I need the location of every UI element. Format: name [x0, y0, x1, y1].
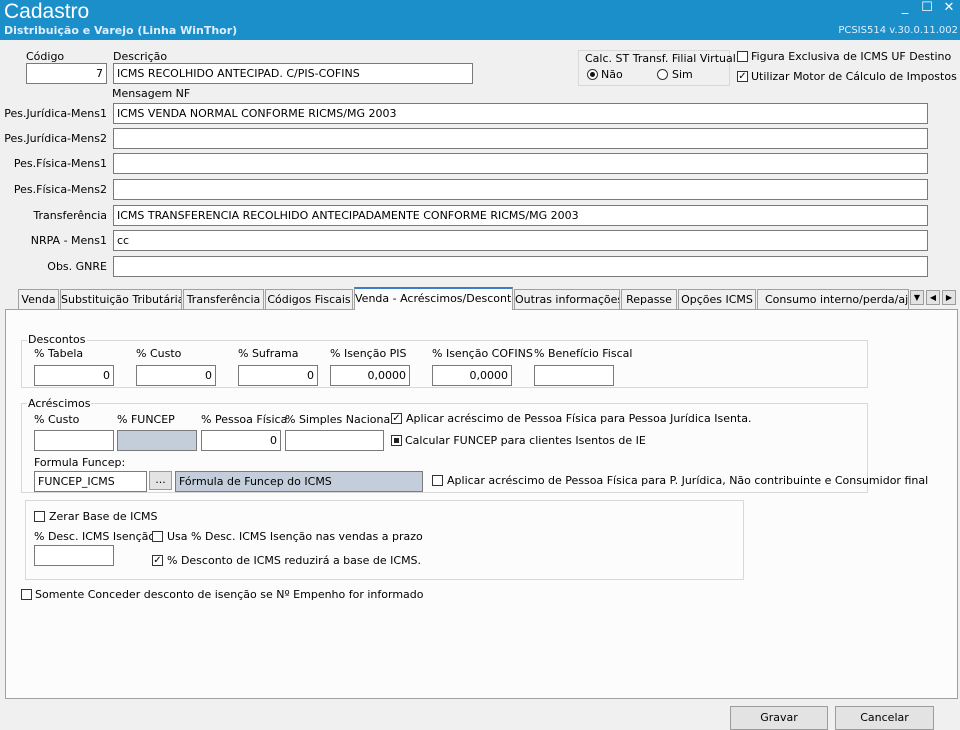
obs-gnre-label: Obs. GNRE	[47, 260, 107, 273]
pj-mens1-input[interactable]: ICMS VENDA NORMAL CONFORME RICMS/MG 2003	[113, 103, 928, 124]
close-button[interactable]: ✕	[940, 1, 958, 17]
desc-beneficio-fiscal-input[interactable]	[534, 365, 614, 386]
tab-consumo-interno[interactable]: Consumo interno/perda/ajuste	[757, 289, 909, 309]
codigo-label: Código	[26, 50, 65, 63]
acr-custo-input[interactable]	[34, 430, 114, 451]
desc-custo-label: % Custo	[136, 347, 182, 360]
usa-desc-prazo-checkbox[interactable]	[152, 531, 163, 542]
tab-substituicao-tributaria[interactable]: Substituição Tributária	[60, 289, 182, 309]
obs-gnre-input[interactable]	[113, 256, 928, 277]
desc-isencao-pis-label: % Isenção PIS	[330, 347, 407, 360]
zerar-base-checkbox[interactable]	[34, 511, 45, 522]
desc-tabela-input[interactable]: 0	[34, 365, 114, 386]
desc-beneficio-fiscal-label: % Benefício Fiscal	[534, 347, 633, 360]
somente-conceder-checkbox[interactable]	[21, 589, 32, 600]
aplicar-pf-pj-nc-label[interactable]: Aplicar acréscimo de Pessoa Física para …	[447, 474, 928, 487]
pj-mens2-input[interactable]	[113, 128, 928, 149]
version-label: PCSIS514 v.30.0.11.002	[838, 25, 958, 36]
somente-conceder-label[interactable]: Somente Conceder desconto de isenção se …	[35, 588, 424, 601]
tab-repasse[interactable]: Repasse	[621, 289, 677, 309]
desc-tabela-label: % Tabela	[34, 347, 84, 360]
calc-st-sim-label[interactable]: Sim	[672, 68, 693, 81]
transferencia-input[interactable]: ICMS TRANSFERENCIA RECOLHIDO ANTECIPADAM…	[113, 205, 928, 226]
pj-mens2-label: Pes.Jurídica-Mens2	[4, 132, 107, 145]
figura-exclusiva-checkbox[interactable]	[737, 51, 748, 62]
usa-desc-prazo-label[interactable]: Usa % Desc. ICMS Isenção nas vendas a pr…	[167, 530, 423, 543]
nrpa-mens1-input[interactable]: cc	[113, 230, 928, 251]
descontos-title: Descontos	[27, 333, 87, 346]
acr-simples-nacional-label: % Simples Nacional	[285, 413, 394, 426]
acr-custo-label: % Custo	[34, 413, 80, 426]
tab-venda-acrescimos-descontos[interactable]: Venda - Acréscimos/Descontos	[354, 287, 513, 310]
calc-st-nao-label[interactable]: Não	[601, 68, 623, 81]
utilizar-motor-label[interactable]: Utilizar Motor de Cálculo de Impostos	[751, 70, 957, 83]
acr-pessoa-fisica-input[interactable]: 0	[201, 430, 281, 451]
tab-venda[interactable]: Venda	[18, 289, 59, 309]
desc-custo-input[interactable]: 0	[136, 365, 216, 386]
window-subtitle: Distribuição e Varejo (Linha WinThor)	[4, 24, 238, 37]
tab-list-dropdown-icon[interactable]: ▼	[910, 290, 924, 305]
zerar-base-label[interactable]: Zerar Base de ICMS	[49, 510, 158, 523]
minimize-button[interactable]: _	[896, 1, 914, 17]
pf-mens1-label: Pes.Física-Mens1	[13, 157, 107, 170]
indeterminate-mark-icon	[394, 438, 399, 443]
pj-mens1-label: Pes.Jurídica-Mens1	[4, 107, 107, 120]
pf-mens2-label: Pes.Física-Mens2	[13, 183, 107, 196]
aplicar-pf-pj-nc-checkbox[interactable]	[432, 475, 443, 486]
acrescimos-title: Acréscimos	[27, 397, 92, 410]
desc-icms-isencao-input[interactable]	[34, 545, 114, 566]
acr-simples-nacional-input[interactable]	[285, 430, 384, 451]
desc-suframa-label: % Suframa	[238, 347, 299, 360]
formula-funcep-label: Formula Funcep:	[34, 456, 126, 469]
calc-st-nao-radio[interactable]	[587, 69, 598, 80]
gravar-button[interactable]: Gravar	[730, 706, 828, 730]
window-title: Cadastro	[4, 0, 90, 23]
descricao-label: Descrição	[113, 50, 168, 63]
aplicar-pf-pj-isenta-checkbox[interactable]: ✓	[391, 413, 402, 424]
tab-codigos-fiscais[interactable]: Códigos Fiscais	[265, 289, 353, 309]
calc-st-group: Calc. ST Transf. Filial Virtual Não Sim	[578, 50, 736, 86]
calc-st-sim-radio[interactable]	[657, 69, 668, 80]
desc-suframa-input[interactable]: 0	[238, 365, 318, 386]
transferencia-label: Transferência	[33, 209, 107, 222]
calcular-funcep-checkbox[interactable]	[391, 435, 402, 446]
desc-isencao-pis-input[interactable]: 0,0000	[330, 365, 410, 386]
formula-lookup-button[interactable]: ...	[149, 471, 172, 490]
reduzira-base-checkbox[interactable]: ✓	[152, 555, 163, 566]
utilizar-motor-checkbox[interactable]: ✓	[737, 71, 748, 82]
maximize-button[interactable]: ☐	[918, 1, 936, 17]
acr-funcep-input	[117, 430, 197, 451]
pf-mens1-input[interactable]	[113, 153, 928, 174]
pf-mens2-input[interactable]	[113, 179, 928, 200]
acr-pessoa-fisica-label: % Pessoa Física	[201, 413, 288, 426]
formula-funcep-input[interactable]: FUNCEP_ICMS	[34, 471, 147, 492]
codigo-input[interactable]: 7	[26, 63, 107, 84]
tab-outras-informacoes[interactable]: Outras informações	[514, 289, 620, 309]
formula-description-field: Fórmula de Funcep do ICMS	[175, 471, 423, 492]
acr-funcep-label: % FUNCEP	[117, 413, 175, 426]
descricao-input[interactable]: ICMS RECOLHIDO ANTECIPAD. C/PIS-COFINS	[113, 63, 473, 84]
mensagem-nf-label: Mensagem NF	[112, 87, 191, 100]
title-bar: Cadastro Distribuição e Varejo (Linha Wi…	[0, 0, 960, 40]
aplicar-pf-pj-isenta-label[interactable]: Aplicar acréscimo de Pessoa Física para …	[406, 412, 752, 425]
desc-isencao-cofins-input[interactable]: 0,0000	[432, 365, 512, 386]
tab-transferencia[interactable]: Transferência	[183, 289, 264, 309]
reduzira-base-label[interactable]: % Desconto de ICMS reduzirá a base de IC…	[167, 554, 421, 567]
tab-scroll-right-icon[interactable]: ▶	[942, 290, 956, 305]
desc-icms-isencao-label: % Desc. ICMS Isenção	[34, 530, 156, 543]
tab-scroll-left-icon[interactable]: ◀	[926, 290, 940, 305]
tab-opcoes-icms[interactable]: Opções ICMS	[678, 289, 756, 309]
calcular-funcep-label[interactable]: Calcular FUNCEP para clientes Isentos de…	[405, 434, 646, 447]
desc-isencao-cofins-label: % Isenção COFINS	[432, 347, 533, 360]
nrpa-mens1-label: NRPA - Mens1	[30, 234, 107, 247]
calc-st-label: Calc. ST Transf. Filial Virtual	[585, 52, 736, 65]
figura-exclusiva-label[interactable]: Figura Exclusiva de ICMS UF Destino	[751, 50, 951, 63]
cancelar-button[interactable]: Cancelar	[835, 706, 934, 730]
